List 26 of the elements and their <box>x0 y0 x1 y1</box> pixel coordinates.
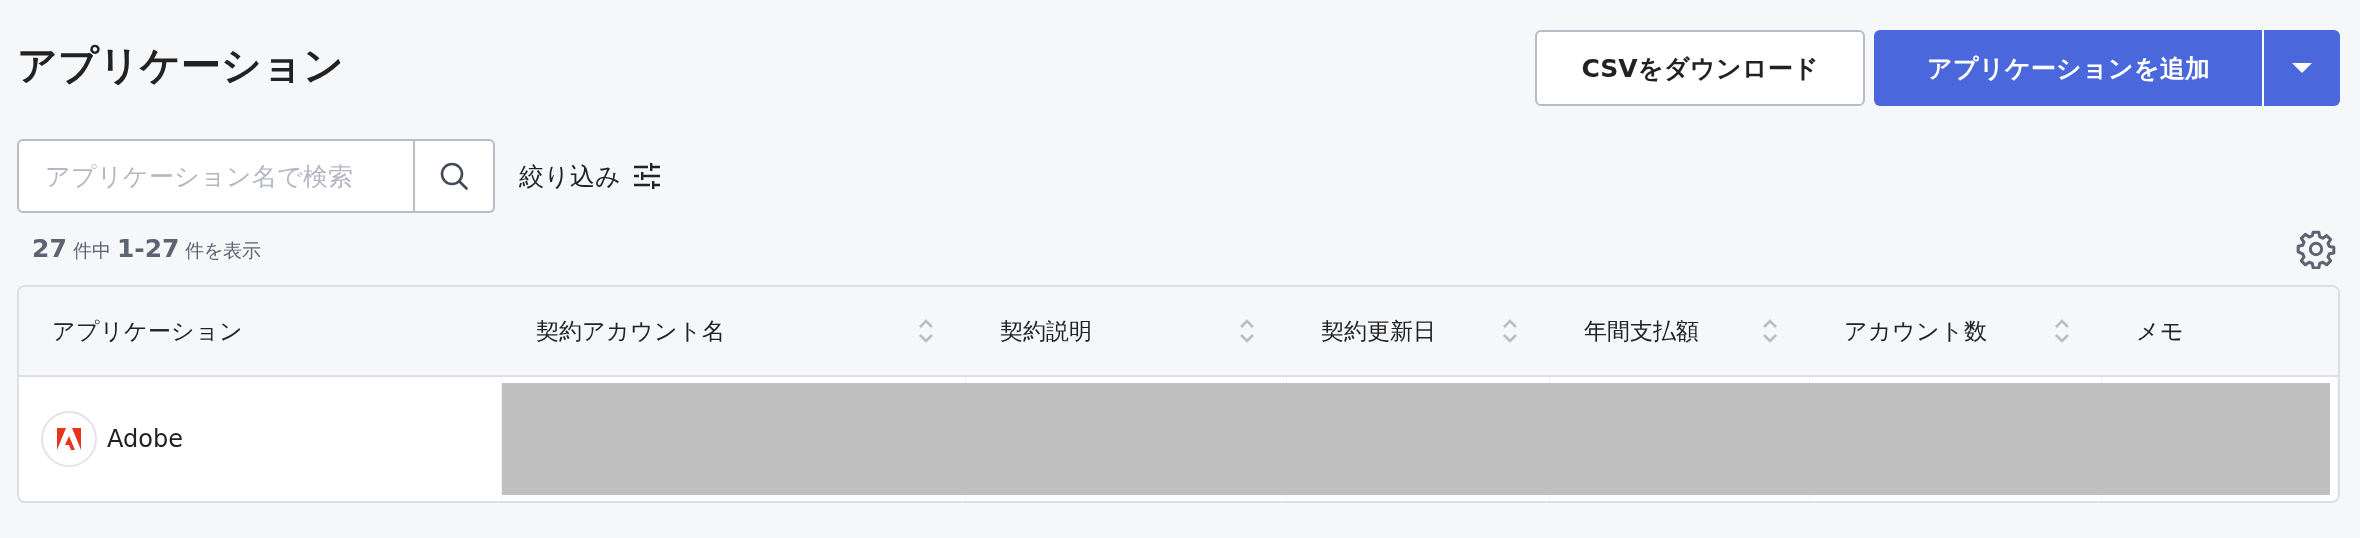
column-header: アカウント数 <box>1844 316 1987 346</box>
add-button[interactable]: アプリケーションを追加 <box>1874 30 2262 106</box>
application-name: Adobe <box>107 425 183 453</box>
column-header: メモ <box>2136 316 2184 346</box>
sort-icon[interactable] <box>1502 317 1518 345</box>
settings-icon[interactable] <box>2296 229 2336 269</box>
sort-icon[interactable] <box>1239 317 1255 345</box>
search-icon <box>439 161 469 191</box>
caret-icon <box>2291 62 2313 74</box>
search-field[interactable]: アプリケーション名で検索 <box>17 139 415 213</box>
download-button[interactable]: CSVをダウンロード <box>1535 30 1865 106</box>
column-header: 契約説明 <box>1000 316 1092 346</box>
sort-icon[interactable] <box>918 317 934 345</box>
result-count: 27 件中 1-27 件を表示 <box>32 234 262 264</box>
column-header: アプリケーション <box>52 316 243 346</box>
page-title: アプリケーション <box>17 41 344 90</box>
filter-button[interactable]: 絞り込み <box>519 159 661 193</box>
column-header: 契約アカウント名 <box>536 316 725 346</box>
column-header: 契約更新日 <box>1321 316 1436 346</box>
sort-icon[interactable] <box>2054 317 2070 345</box>
sort-icon[interactable] <box>1762 317 1778 345</box>
app-logo-icon <box>55 425 83 453</box>
dropdown-button[interactable] <box>2262 30 2340 106</box>
column-header: 年間支払額 <box>1584 316 1699 346</box>
sliders-icon <box>633 163 661 189</box>
search-button[interactable] <box>415 139 495 213</box>
